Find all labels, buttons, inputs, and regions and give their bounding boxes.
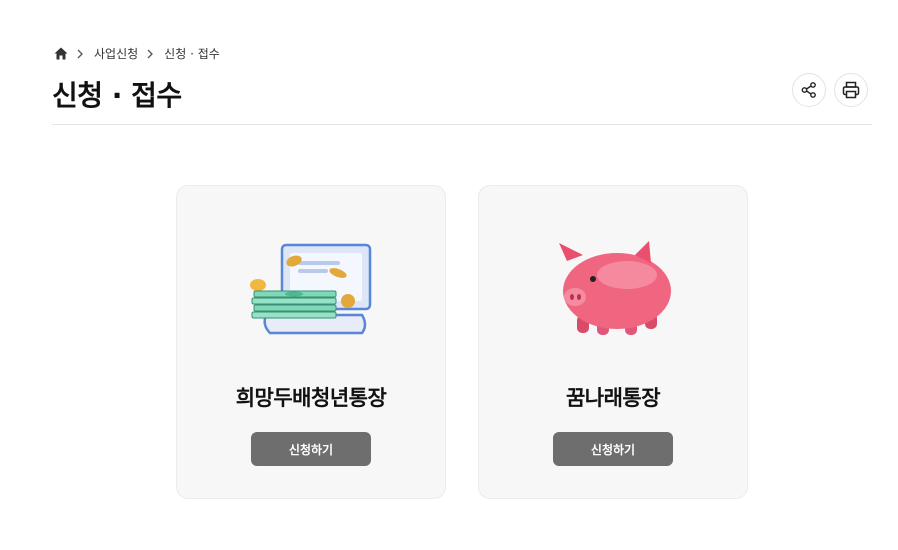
chevron-right-icon bbox=[76, 49, 84, 59]
apply-button[interactable]: 신청하기 bbox=[553, 432, 673, 466]
print-button[interactable] bbox=[834, 73, 868, 107]
share-button[interactable] bbox=[792, 73, 826, 107]
card-title: 꿈나래통장 bbox=[565, 386, 661, 410]
apply-button[interactable]: 신청하기 bbox=[251, 432, 371, 466]
breadcrumb-home[interactable] bbox=[54, 47, 68, 60]
money-laptop-illustration bbox=[177, 236, 445, 346]
title-divider bbox=[52, 124, 872, 125]
piggy-bank-illustration bbox=[479, 236, 747, 346]
breadcrumb-item-business-apply[interactable]: 사업신청 bbox=[94, 45, 138, 62]
page-title: 신청 · 접수 bbox=[52, 79, 182, 112]
page-tools bbox=[792, 73, 868, 107]
print-icon bbox=[842, 81, 860, 99]
chevron-right-icon bbox=[146, 49, 154, 59]
breadcrumb: 사업신청 신청 · 접수 bbox=[54, 45, 220, 62]
account-card-hope-double: 희망두배청년통장 신청하기 bbox=[176, 185, 446, 499]
account-card-dream-wing: 꿈나래통장 신청하기 bbox=[478, 185, 748, 499]
breadcrumb-item-current[interactable]: 신청 · 접수 bbox=[164, 45, 220, 62]
card-title: 희망두배청년통장 bbox=[235, 386, 387, 410]
share-icon bbox=[801, 82, 816, 98]
home-icon bbox=[54, 47, 68, 60]
